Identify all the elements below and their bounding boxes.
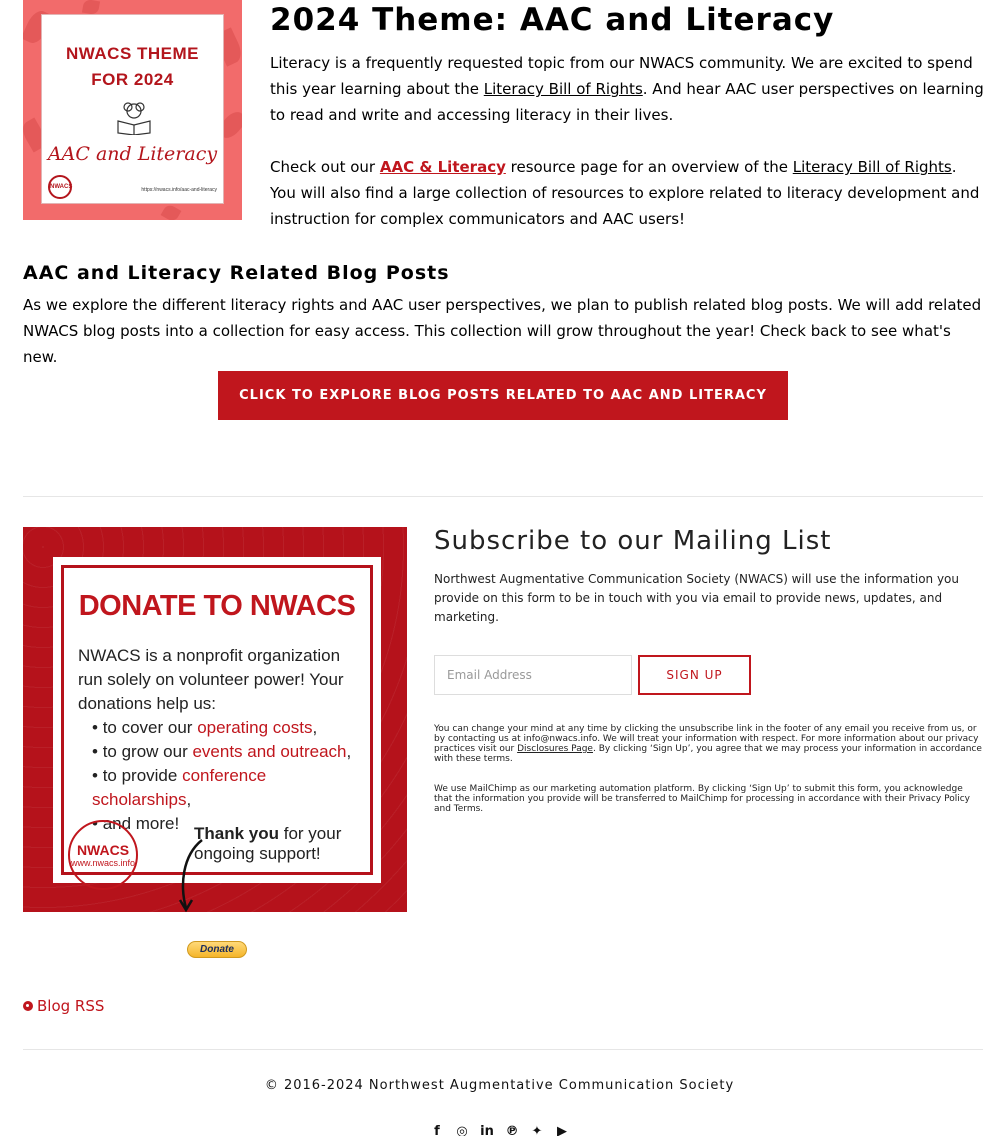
donate-title: DONATE TO NWACS	[78, 590, 356, 622]
donate-body: NWACS is a nonprofit organization run so…	[78, 646, 344, 713]
pinterest-icon[interactable]: ℗	[504, 1124, 520, 1136]
divider	[23, 496, 983, 497]
social-links: f ◎ in ℗ ✦ ▶	[0, 1124, 999, 1136]
theme-image-url: https://nwacs.info/aac-and-literacy	[141, 187, 217, 193]
subscribe-title: Subscribe to our Mailing List	[434, 526, 832, 556]
theme-image-title: NWACS THEME FOR 2024	[66, 44, 199, 89]
literacy-bill-of-rights-link-2[interactable]: Literacy Bill of Rights	[793, 158, 952, 176]
email-field[interactable]	[434, 655, 632, 695]
mailchimp-notice: We use MailChimp as our marketing automa…	[434, 784, 970, 814]
list-item: to provide conference scholarships,	[92, 764, 370, 812]
page-title: 2024 Theme: AAC and Literacy	[270, 2, 835, 38]
list-item: to cover our operating costs,	[92, 716, 370, 740]
theme-intro-paragraph: Literacy is a frequently requested topic…	[270, 54, 984, 124]
list-item: to grow our events and outreach,	[92, 740, 370, 764]
sign-up-button[interactable]: SIGN UP	[638, 655, 751, 695]
twitter-icon[interactable]: ✦	[529, 1124, 545, 1136]
rss-icon	[23, 1001, 33, 1011]
aac-literacy-link[interactable]: AAC & Literacy	[380, 158, 506, 176]
divider	[23, 1049, 983, 1050]
disclosures-page-link[interactable]: Disclosures Page	[517, 744, 593, 754]
theme-card: NWACS THEME FOR 2024 AAC and Literacy NW…	[41, 14, 224, 204]
theme-image-script: AAC and Literacy	[47, 143, 218, 165]
privacy-notice: You can change your mind at any time by …	[434, 724, 982, 764]
blog-rss-link[interactable]: Blog RSS	[23, 997, 104, 1015]
blog-rss-label: Blog RSS	[37, 997, 105, 1015]
nwacs-logo: NWACS	[48, 175, 72, 199]
copyright: © 2016-2024 Northwest Augmentative Commu…	[264, 1078, 735, 1093]
instagram-icon[interactable]: ◎	[454, 1124, 470, 1136]
theme-resource-paragraph: Check out our AAC & Literacy resource pa…	[270, 158, 980, 228]
blog-section-text: As we explore the different literacy rig…	[23, 296, 982, 366]
facebook-icon[interactable]: f	[429, 1124, 445, 1136]
linkedin-icon[interactable]: in	[479, 1124, 495, 1136]
book-icon	[117, 102, 151, 135]
donate-thanks: Thank you for your ongoing support!	[194, 824, 342, 863]
nwacs-logo: NWACS www.nwacs.info	[68, 820, 138, 890]
donate-image[interactable]: DONATE TO NWACS NWACS is a nonprofit org…	[23, 527, 407, 912]
youtube-icon[interactable]: ▶	[554, 1124, 570, 1136]
literacy-bill-of-rights-link[interactable]: Literacy Bill of Rights	[484, 80, 643, 98]
paypal-donate-button[interactable]: Donate	[187, 941, 247, 958]
donate-list: to cover our operating costs, to grow ou…	[92, 716, 370, 836]
blog-section-heading: AAC and Literacy Related Blog Posts	[23, 262, 450, 284]
subscribe-description: Northwest Augmentative Communication Soc…	[434, 572, 959, 624]
explore-blog-posts-button[interactable]: CLICK TO EXPLORE BLOG POSTS RELATED TO A…	[218, 371, 788, 420]
theme-image: NWACS THEME FOR 2024 AAC and Literacy NW…	[23, 0, 242, 220]
